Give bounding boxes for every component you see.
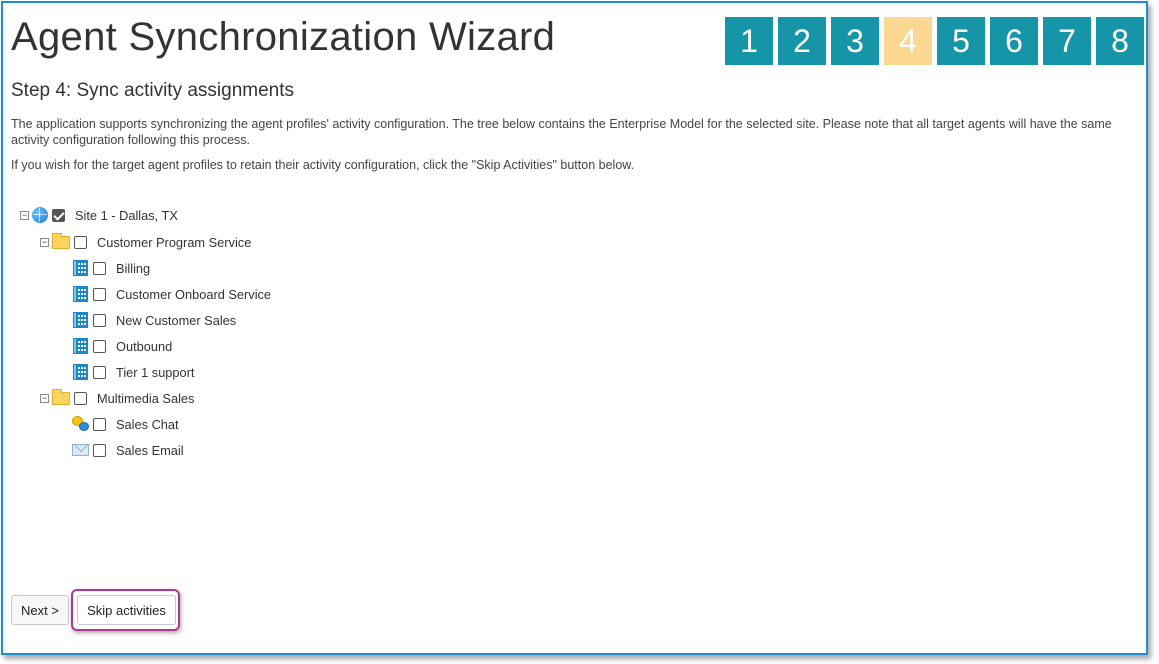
activity-checkbox[interactable]	[93, 261, 106, 275]
skip-activities-button[interactable]: Skip activities	[77, 595, 176, 625]
tree-node-label: Billing	[116, 260, 151, 276]
group-checkbox[interactable]	[74, 235, 87, 249]
step-1[interactable]: 1	[725, 17, 773, 65]
tree-node-label: Tier 1 support	[116, 364, 195, 380]
step-6[interactable]: 6	[990, 17, 1038, 65]
folder-icon	[52, 232, 70, 249]
step-4-current[interactable]: 4	[884, 17, 932, 65]
tree-node-billing: Billing	[73, 259, 150, 277]
tree-node-label: Sales Chat	[116, 416, 179, 432]
phone-queue-icon	[73, 312, 88, 328]
next-button[interactable]: Next >	[11, 595, 69, 625]
activity-checkbox[interactable]	[93, 443, 106, 457]
chat-icon	[72, 415, 90, 433]
phone-queue-icon	[73, 260, 88, 276]
step-heading: Step 4: Sync activity assignments	[11, 80, 295, 101]
step-7[interactable]: 7	[1043, 17, 1091, 65]
tree-node-outbound: Outbound	[73, 337, 172, 355]
tree-node-label: Customer Program Service	[97, 234, 252, 250]
activity-checkbox[interactable]	[93, 417, 106, 431]
activity-checkbox[interactable]	[93, 339, 106, 353]
skip-hint: If you wish for the target agent profile…	[11, 158, 635, 172]
tree-node-site: − Site 1 - Dallas, TX	[20, 206, 178, 224]
activity-checkbox[interactable]	[93, 313, 106, 327]
activity-checkbox[interactable]	[93, 287, 106, 301]
tree-node-label: Customer Onboard Service	[116, 286, 272, 302]
tree-node-label: Site 1 - Dallas, TX	[75, 207, 178, 223]
tree-node-group-customer-program-service: − Customer Program Service	[40, 232, 252, 251]
tree-node-customer-onboard-service: Customer Onboard Service	[73, 285, 271, 303]
collapse-icon[interactable]: −	[20, 210, 29, 220]
globe-icon	[32, 207, 48, 223]
activity-checkbox[interactable]	[93, 365, 106, 379]
wizard-frame: Agent Synchronization Wizard 1 2 3 4 5 6…	[1, 1, 1148, 655]
tree-node-label: Sales Email	[116, 442, 184, 458]
step-5[interactable]: 5	[937, 17, 985, 65]
group-checkbox[interactable]	[74, 391, 87, 405]
tree-node-sales-chat: Sales Chat	[72, 415, 179, 433]
tree-node-label: Multimedia Sales	[97, 390, 195, 406]
tree-node-label: New Customer Sales	[116, 312, 237, 328]
page-title: Agent Synchronization Wizard	[11, 15, 556, 59]
tree-node-label: Outbound	[116, 338, 173, 354]
phone-queue-icon	[73, 286, 88, 302]
tree-node-new-customer-sales: New Customer Sales	[73, 311, 236, 329]
phone-queue-icon	[73, 364, 88, 380]
step-2[interactable]: 2	[778, 17, 826, 65]
tree-node-tier-1-support: Tier 1 support	[73, 363, 194, 381]
email-icon	[72, 444, 89, 456]
step-8[interactable]: 8	[1096, 17, 1144, 65]
collapse-icon[interactable]: −	[40, 393, 49, 403]
site-checkbox[interactable]	[52, 208, 65, 222]
phone-queue-icon	[73, 338, 88, 354]
step-description: The application supports synchronizing t…	[11, 117, 1112, 147]
tree-node-sales-email: Sales Email	[72, 441, 184, 459]
tree-node-group-multimedia-sales: − Multimedia Sales	[40, 388, 195, 407]
collapse-icon[interactable]: −	[40, 237, 49, 247]
step-3[interactable]: 3	[831, 17, 879, 65]
folder-icon	[52, 388, 70, 405]
step-indicator: 1 2 3 4 5 6 7 8	[725, 17, 1144, 65]
